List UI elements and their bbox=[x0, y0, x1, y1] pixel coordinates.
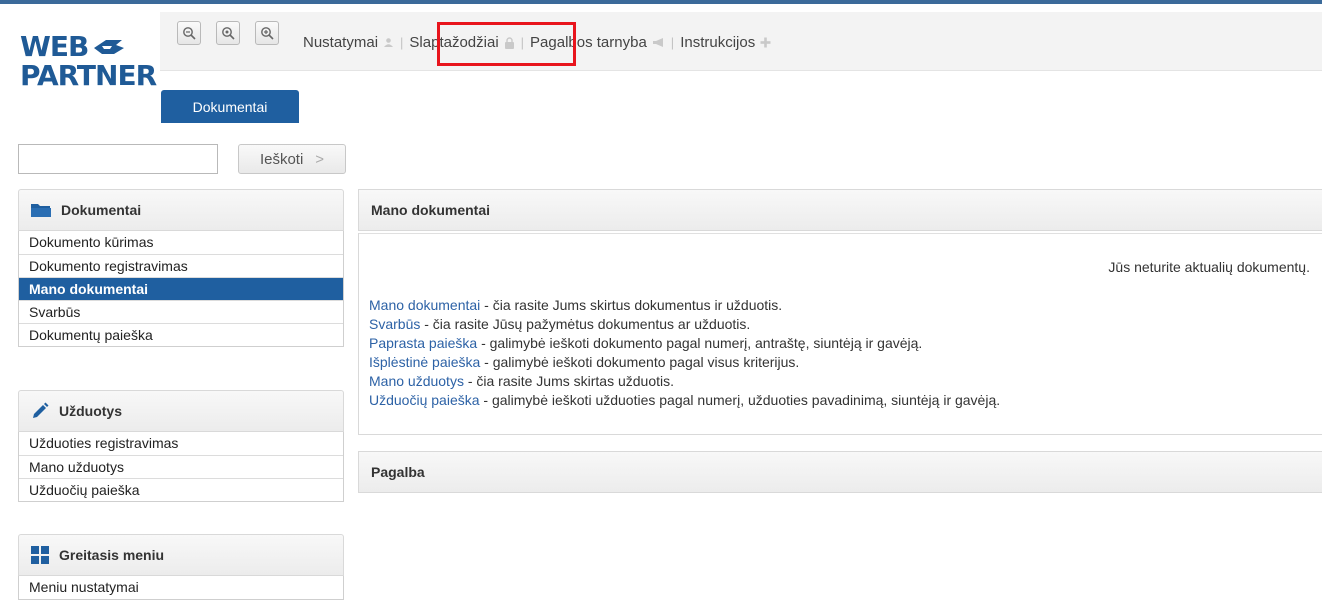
grid-icon bbox=[31, 546, 49, 564]
link-mano-dokumentai[interactable]: Mano dokumentai bbox=[369, 297, 480, 313]
logo-hand-icon bbox=[94, 40, 125, 54]
panel-uzduotys-header: Užduotys bbox=[18, 390, 344, 432]
search-button[interactable]: Ieškoti > bbox=[238, 144, 346, 174]
menu-uzduotys: Užduoties registravimas Mano užduotys Už… bbox=[18, 432, 344, 502]
panel-greitasis-title: Greitasis meniu bbox=[59, 547, 165, 563]
panel-dokumentai-header: Dokumentai bbox=[18, 189, 344, 231]
list-item: Užduočių paieška - galimybė ieškoti uždu… bbox=[369, 391, 1000, 410]
highlight-annotation bbox=[437, 22, 576, 66]
main-panel-title: Mano dokumentai bbox=[371, 202, 491, 218]
pencil-icon bbox=[33, 402, 49, 418]
zoom-in-icon bbox=[261, 27, 274, 40]
panel-uzduotys-title: Užduotys bbox=[59, 403, 122, 419]
sidebar-item-uzduociu-paieska[interactable]: Užduočių paieška bbox=[19, 478, 343, 501]
divider bbox=[359, 233, 1322, 234]
link-description: - galimybė ieškoti dokumento pagal numer… bbox=[477, 335, 923, 351]
list-item: Išplėstinė paieška - galimybė ieškoti do… bbox=[369, 353, 1000, 372]
panel-greitasis-header: Greitasis meniu bbox=[18, 534, 344, 576]
logo-line2: PARTNER bbox=[20, 59, 157, 92]
sidebar-item-svarbus[interactable]: Svarbūs bbox=[19, 300, 343, 323]
list-item: Paprasta paieška - galimybė ieškoti doku… bbox=[369, 334, 1000, 353]
nav-separator: | bbox=[670, 35, 675, 50]
link-uzduociu-paieska[interactable]: Užduočių paieška bbox=[369, 392, 480, 408]
main-panel-body: Jūs neturite aktualių dokumentų. Mano do… bbox=[358, 233, 1322, 435]
panel-dokumentai-title: Dokumentai bbox=[61, 202, 142, 218]
link-paprasta-paieska[interactable]: Paprasta paieška bbox=[369, 335, 477, 351]
tab-dokumentai[interactable]: Dokumentai bbox=[161, 90, 299, 123]
no-documents-notice: Jūs neturite aktualių dokumentų. bbox=[1108, 259, 1310, 275]
user-icon bbox=[383, 37, 394, 48]
nav-instrukcijos-label: Instrukcijos bbox=[680, 34, 756, 51]
link-isplestine-paieska[interactable]: Išplėstinė paieška bbox=[369, 354, 480, 370]
list-item: Mano užduotys - čia rasite Jums skirtas … bbox=[369, 372, 1000, 391]
main-panel-header: Mano dokumentai bbox=[358, 189, 1322, 231]
link-mano-uzduotys[interactable]: Mano užduotys bbox=[369, 373, 464, 389]
nav-separator: | bbox=[400, 35, 404, 50]
pagalba-panel-title: Pagalba bbox=[371, 464, 425, 480]
menu-greitasis: Meniu nustatymai bbox=[18, 576, 344, 600]
logo-line1: WEB bbox=[20, 30, 89, 63]
folder-icon bbox=[31, 204, 51, 217]
link-description: - galimybė ieškoti užduoties pagal numer… bbox=[479, 392, 1001, 408]
zoom-reset-button[interactable] bbox=[216, 21, 240, 45]
list-item: Mano dokumentai - čia rasite Jums skirtu… bbox=[369, 296, 1000, 315]
link-svarbus[interactable]: Svarbūs bbox=[369, 316, 420, 332]
plus-icon bbox=[760, 37, 771, 48]
zoom-in-button[interactable] bbox=[255, 21, 279, 45]
sidebar-item-dokumento-kurimas[interactable]: Dokumento kūrimas bbox=[19, 231, 343, 254]
help-links-list: Mano dokumentai - čia rasite Jums skirtu… bbox=[369, 296, 1000, 410]
pagalba-panel-header[interactable]: Pagalba bbox=[358, 451, 1322, 493]
sidebar-item-mano-dokumentai[interactable]: Mano dokumentai bbox=[19, 277, 343, 300]
search-button-label: Ieškoti bbox=[259, 150, 304, 168]
webpartner-logo[interactable]: WEB PARTNER bbox=[20, 30, 157, 92]
sidebar-item-dokumento-registravimas[interactable]: Dokumento registravimas bbox=[19, 254, 343, 277]
megaphone-icon bbox=[652, 37, 665, 48]
nav-nustatymai[interactable]: Nustatymai bbox=[303, 34, 394, 51]
sidebar-item-meniu-nustatymai[interactable]: Meniu nustatymai bbox=[19, 576, 343, 599]
link-description: - galimybė ieškoti dokumento pagal visus… bbox=[480, 354, 800, 370]
nav-instrukcijos[interactable]: Instrukcijos bbox=[680, 34, 771, 51]
link-description: - čia rasite Jums skirtus dokumentus ir … bbox=[480, 297, 783, 313]
zoom-reset-icon bbox=[222, 27, 235, 40]
zoom-out-icon bbox=[183, 27, 196, 40]
chevron-right-icon: > bbox=[315, 150, 325, 168]
menu-dokumentai: Dokumento kūrimas Dokumento registravima… bbox=[18, 231, 344, 347]
sidebar-item-mano-uzduotys[interactable]: Mano užduotys bbox=[19, 455, 343, 478]
sidebar-item-uzduoties-registravimas[interactable]: Užduoties registravimas bbox=[19, 432, 343, 455]
list-item: Svarbūs - čia rasite Jūsų pažymėtus doku… bbox=[369, 315, 1000, 334]
sidebar-item-dokumentu-paieska[interactable]: Dokumentų paieška bbox=[19, 323, 343, 346]
link-description: - čia rasite Jūsų pažymėtus dokumentus a… bbox=[420, 316, 751, 332]
search-input[interactable] bbox=[18, 144, 218, 174]
nav-nustatymai-label: Nustatymai bbox=[303, 34, 379, 51]
zoom-out-button[interactable] bbox=[177, 21, 201, 45]
top-accent-line bbox=[0, 0, 1322, 4]
link-description: - čia rasite Jums skirtas užduotis. bbox=[463, 373, 675, 389]
